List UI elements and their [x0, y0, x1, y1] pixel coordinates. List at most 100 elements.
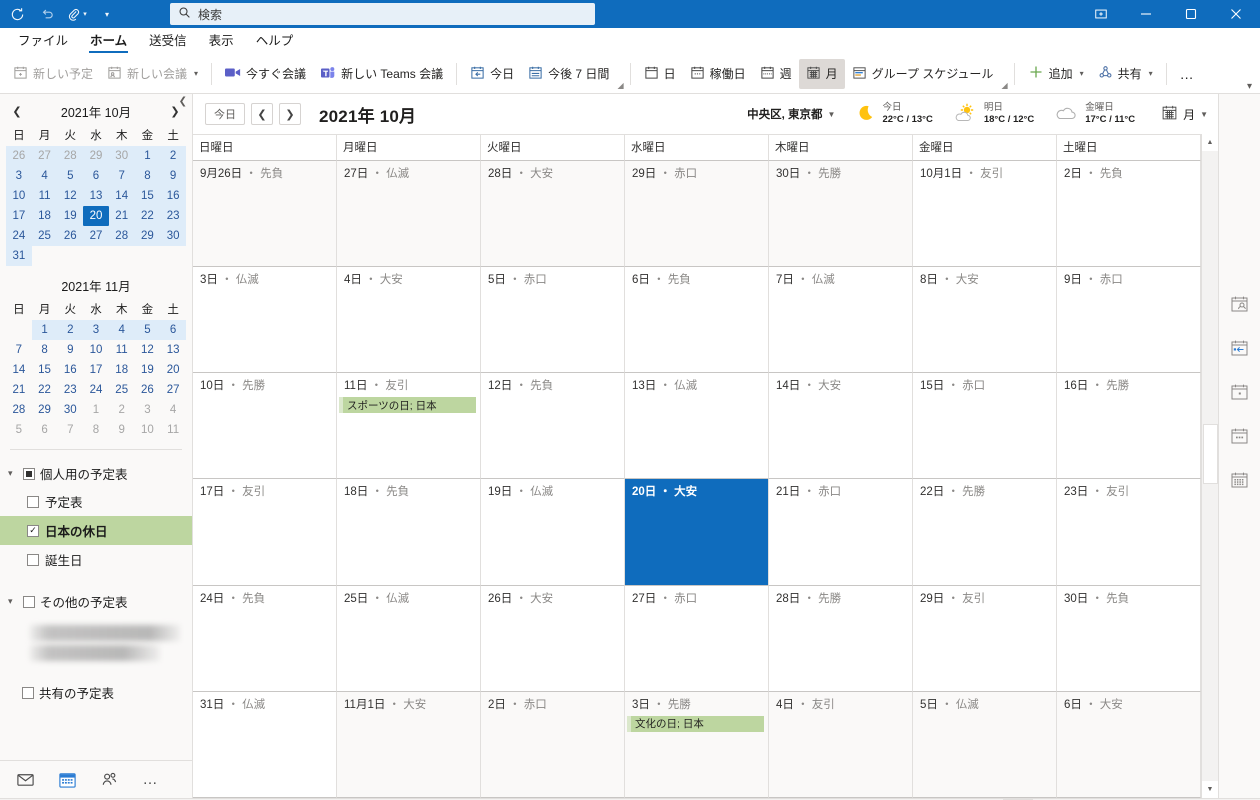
day-cell[interactable]: 30日 ・ 先負 — [1057, 585, 1201, 692]
day-cell[interactable]: 3日 ・ 先勝 文化の日; 日本 — [625, 691, 769, 798]
day-cell[interactable]: 4日 ・ 友引 — [769, 691, 913, 798]
minical-prev-icon[interactable]: ❮ — [10, 105, 24, 118]
day-cell[interactable]: 7日 ・ 仏滅 — [769, 267, 913, 374]
day-cell[interactable]: 5日 ・ 仏滅 — [913, 691, 1057, 798]
customize-qat-icon[interactable]: ▾ — [92, 1, 122, 27]
day-cell[interactable]: 29日 ・ 赤口 — [625, 161, 769, 268]
calendar-event[interactable]: 文化の日; 日本 — [627, 715, 764, 732]
share-calendar-button[interactable]: 共有 ▾ — [1091, 59, 1160, 89]
view-week-button[interactable]: 週 — [753, 59, 799, 89]
day-cell[interactable]: 6日 ・ 大安 — [1057, 691, 1201, 798]
calendar-checkbox[interactable] — [27, 495, 39, 508]
minical-day[interactable]: 27 — [160, 380, 186, 400]
minical-day[interactable]: 26 — [57, 226, 84, 246]
day-cell[interactable]: 31日 ・ 仏滅 — [193, 691, 337, 798]
day-cell[interactable]: 19日 ・ 仏滅 — [481, 479, 625, 586]
minical-day[interactable]: 8 — [32, 340, 58, 360]
day-cell[interactable]: 30日 ・ 先勝 — [769, 161, 913, 268]
day-cell[interactable]: 3日 ・ 仏滅 — [193, 267, 337, 374]
minical-day[interactable]: 7 — [57, 420, 83, 440]
scrollbar-thumb[interactable] — [1202, 424, 1218, 484]
calendar-item-schedule[interactable]: 予定表 — [0, 487, 192, 516]
minical-day[interactable]: 3 — [135, 400, 161, 420]
more-commands-button[interactable]: … — [1173, 59, 1203, 89]
calendar-item-birthdays[interactable]: 誕生日 — [0, 545, 192, 574]
add-calendar-button[interactable]: 追加 ▾ — [1021, 59, 1091, 89]
minical-day[interactable]: 27 — [83, 226, 109, 246]
day-cell[interactable]: 2日 ・ 先負 — [1057, 161, 1201, 268]
minical-day[interactable]: 24 — [6, 226, 32, 246]
restore-layout-icon[interactable] — [1078, 0, 1123, 28]
minical-day[interactable]: 8 — [134, 166, 161, 186]
more-apps-icon[interactable]: … — [140, 769, 162, 791]
chevron-down-icon[interactable]: ▾ — [1080, 69, 1084, 78]
minical-day[interactable]: 11 — [31, 186, 58, 206]
menu-item-help[interactable]: ヘルプ — [246, 27, 304, 54]
minical-day[interactable]: 27 — [31, 146, 58, 166]
minical-day[interactable]: 21 — [6, 380, 32, 400]
weather-tomorrow[interactable]: 明日 18°C / 12°C — [953, 102, 1034, 126]
day-cell[interactable]: 24日 ・ 先負 — [193, 585, 337, 692]
minical-day[interactable]: 16 — [57, 360, 83, 380]
weather-today[interactable]: 今日 22°C / 13°C — [855, 102, 933, 126]
minical-day[interactable]: 1 — [134, 146, 161, 166]
minical-day[interactable]: 15 — [32, 360, 58, 380]
new-meeting-button[interactable]: 新しい会議 ▾ — [100, 59, 205, 89]
minical-day[interactable]: 9 — [109, 420, 135, 440]
minical-day[interactable]: 11 — [160, 420, 186, 440]
minical-day[interactable]: 19 — [57, 206, 84, 226]
calendar-checkbox[interactable] — [27, 553, 39, 566]
day-cell[interactable]: 20日 ・ 大安 — [625, 479, 769, 586]
calendar-item-redacted[interactable] — [30, 645, 160, 661]
weather-friday[interactable]: 金曜日 17°C / 11°C — [1054, 102, 1135, 126]
minical-day[interactable]: 22 — [32, 380, 58, 400]
minical-day[interactable]: 18 — [109, 360, 135, 380]
minical-day[interactable]: 6 — [160, 320, 186, 340]
calendar-list-icon[interactable] — [1227, 424, 1253, 450]
day-cell[interactable]: 17日 ・ 友引 — [193, 479, 337, 586]
minical-day[interactable]: 29 — [32, 400, 58, 420]
calendar-group-other[interactable]: ▾ その他の予定表 — [0, 588, 192, 615]
minical-day[interactable]: 2 — [109, 400, 135, 420]
minical-day[interactable]: 10 — [6, 186, 32, 206]
minical-day[interactable]: 23 — [160, 206, 186, 226]
menu-item-view[interactable]: 表示 — [199, 27, 244, 54]
minical-day[interactable]: 14 — [6, 360, 32, 380]
meet-now-button[interactable]: 今すぐ会議 — [218, 59, 313, 89]
group-checkbox-personal[interactable] — [23, 467, 35, 480]
day-cell[interactable]: 8日 ・ 大安 — [913, 267, 1057, 374]
sidebar-collapse-icon[interactable]: ❮ — [179, 96, 187, 107]
minical-day[interactable]: 2 — [57, 320, 84, 340]
new-appointment-button[interactable]: 新しい予定 — [6, 59, 100, 89]
day-cell[interactable]: 23日 ・ 友引 — [1057, 479, 1201, 586]
view-day-button[interactable]: 日 — [637, 59, 683, 89]
minical-day[interactable]: 16 — [160, 186, 186, 206]
minical-day[interactable]: 9 — [57, 340, 83, 360]
day-cell[interactable]: 28日 ・ 大安 — [481, 161, 625, 268]
minical-day[interactable]: 23 — [57, 380, 83, 400]
minical-day[interactable]: 30 — [160, 226, 186, 246]
day-cell[interactable]: 15日 ・ 赤口 — [913, 373, 1057, 480]
dialog-launcher-icon[interactable]: ◢ — [617, 81, 623, 90]
minical-day[interactable]: 11 — [109, 340, 135, 360]
calendar-item-redacted[interactable] — [30, 625, 180, 641]
minical-day[interactable]: 18 — [31, 206, 58, 226]
minical-day[interactable]: 3 — [6, 166, 32, 186]
minical-day[interactable]: 10 — [135, 420, 161, 440]
calendar-peek-icon[interactable] — [1227, 292, 1253, 318]
calendar-icon[interactable] — [56, 769, 78, 791]
day-cell[interactable]: 12日 ・ 先負 — [481, 373, 625, 480]
day-cell[interactable]: 28日 ・ 先勝 — [769, 585, 913, 692]
minical-day[interactable]: 25 — [109, 380, 135, 400]
day-cell[interactable]: 25日 ・ 仏滅 — [337, 585, 481, 692]
day-cell[interactable]: 2日 ・ 赤口 — [481, 691, 625, 798]
minical-day[interactable]: 7 — [6, 340, 32, 360]
menu-item-home[interactable]: ホーム — [80, 27, 137, 54]
close-icon[interactable] — [1213, 0, 1258, 28]
minical-day[interactable]: 15 — [134, 186, 161, 206]
mail-icon[interactable] — [14, 769, 36, 791]
minical-day[interactable]: 3 — [83, 320, 109, 340]
calendar-event[interactable]: スポーツの日; 日本 — [339, 397, 476, 414]
minical-day[interactable]: 7 — [108, 166, 135, 186]
day-cell[interactable]: 16日 ・ 先勝 — [1057, 373, 1201, 480]
